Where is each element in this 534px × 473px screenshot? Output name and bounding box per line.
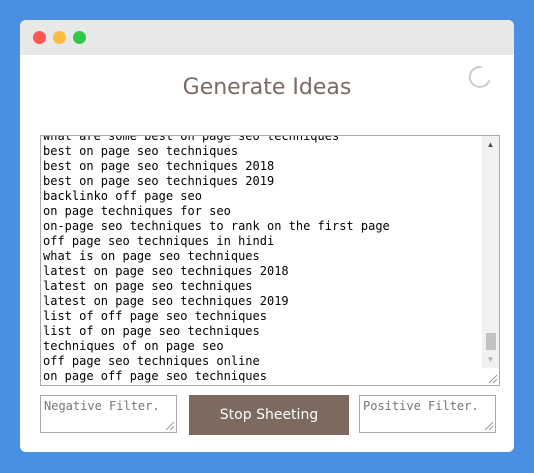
negative-filter-placeholder: Negative Filter. (44, 399, 160, 413)
result-line: off page seo techniques in hindi (43, 234, 275, 248)
results-textarea[interactable]: what are some best on page seo technique… (40, 135, 500, 386)
result-line: what are some best on page seo technique… (43, 135, 340, 143)
stop-sheeting-button[interactable]: Stop Sheeting (189, 395, 349, 435)
app-window: Generate Ideas what are some best on pag… (20, 20, 514, 452)
scroll-up-arrow-icon[interactable]: ▲ (482, 138, 499, 152)
result-line: best on page seo techniques 2018 (43, 159, 275, 173)
result-line: latest on page seo techniques (43, 279, 253, 293)
positive-filter-input[interactable]: Positive Filter. (359, 395, 496, 433)
window-titlebar (20, 20, 514, 55)
positive-filter-placeholder: Positive Filter. (363, 399, 479, 413)
result-line: best on page seo techniques 2019 (43, 174, 275, 188)
scrollbar-thumb[interactable] (486, 333, 496, 350)
minimize-window-button[interactable] (53, 31, 66, 44)
negative-filter-input[interactable]: Negative Filter. (40, 395, 177, 433)
close-window-button[interactable] (33, 31, 46, 44)
result-line: what is on page seo techniques (43, 249, 260, 263)
result-line: list of off page seo techniques (43, 309, 267, 323)
results-scrollbar[interactable]: ▲ ▼ (482, 136, 499, 368)
result-line: off page seo techniques online (43, 354, 260, 368)
results-list: what are some best on page seo technique… (43, 135, 479, 384)
result-line: latest on page seo techniques 2018 (43, 264, 289, 278)
page-title: Generate Ideas (182, 75, 352, 100)
result-line: best on page seo techniques (43, 144, 239, 158)
resize-handle-icon[interactable] (486, 372, 498, 384)
resize-handle-icon[interactable] (163, 419, 175, 431)
loading-spinner-icon (469, 66, 490, 88)
scroll-down-arrow-icon[interactable]: ▼ (482, 353, 499, 367)
result-line: on page off page seo techniques (43, 369, 267, 383)
result-line: list of on page seo techniques (43, 324, 260, 338)
resize-handle-icon[interactable] (482, 419, 494, 431)
maximize-window-button[interactable] (73, 31, 86, 44)
result-line: on-page seo techniques to rank on the fi… (43, 219, 390, 233)
result-line: backlinko off page seo (43, 189, 202, 203)
result-line: on page techniques for seo (43, 204, 231, 218)
result-line: techniques of on page seo (43, 339, 224, 353)
result-line: latest on page seo techniques 2019 (43, 294, 289, 308)
